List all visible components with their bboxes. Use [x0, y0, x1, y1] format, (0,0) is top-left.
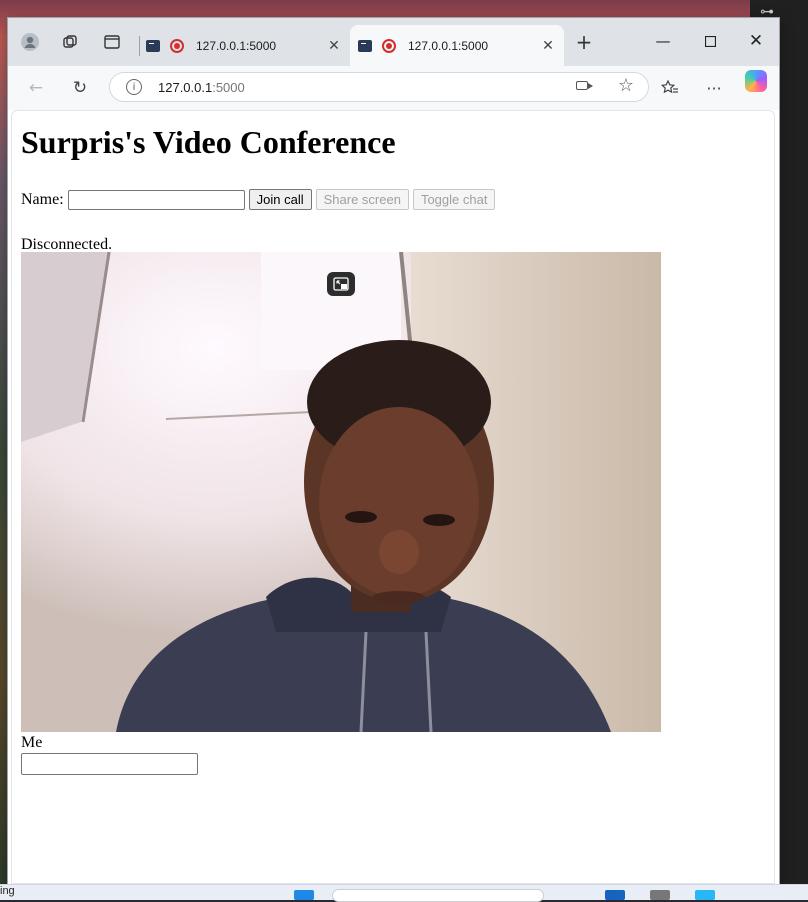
window-close-icon[interactable]: ✕ [736, 28, 776, 54]
back-icon[interactable]: ← [21, 74, 51, 102]
workspaces-icon[interactable] [56, 28, 84, 56]
taskbar-text: ing [0, 885, 15, 897]
more-icon[interactable]: ··· [699, 74, 729, 102]
address-bar: ← ↻ i 127.0.0.1:5000 ☆ ··· [8, 66, 779, 110]
taskbar: ing [0, 884, 808, 902]
name-input[interactable] [67, 189, 245, 210]
favorites-icon[interactable] [655, 74, 685, 102]
camera-icon[interactable] [576, 81, 593, 90]
toggle-chat-button[interactable]: Toggle chat [412, 189, 496, 210]
name-label: Name: [21, 190, 64, 208]
new-tab-icon[interactable]: + [570, 28, 598, 56]
terminal-icon [358, 39, 372, 52]
tab-title: 127.0.0.1:5000 [408, 38, 489, 53]
tab-bar: 127.0.0.1:5000 ✕ 127.0.0.1:5000 ✕ + — ✕ [8, 18, 779, 66]
local-video[interactable] [21, 252, 661, 732]
profile-icon[interactable] [16, 28, 44, 56]
star-icon[interactable]: ☆ [618, 75, 634, 96]
webcam-frame [21, 252, 661, 732]
tab-actions-icon[interactable] [98, 28, 126, 56]
browser-window: 127.0.0.1:5000 ✕ 127.0.0.1:5000 ✕ + — ✕ … [8, 18, 779, 884]
tab-inactive[interactable]: 127.0.0.1:5000 ✕ [138, 25, 350, 66]
page-title: Surpris's Video Conference [21, 124, 396, 160]
url-field[interactable]: i 127.0.0.1:5000 ☆ [109, 72, 649, 102]
video-caption: Me [21, 734, 43, 751]
url-port: :5000 [212, 79, 245, 95]
terminal-icon [146, 39, 160, 52]
info-icon[interactable]: i [126, 79, 142, 95]
chat-input[interactable] [21, 753, 198, 775]
refresh-icon[interactable]: ↻ [65, 74, 95, 102]
record-icon [170, 38, 184, 53]
join-call-button[interactable]: Join call [248, 189, 312, 210]
close-icon[interactable]: ✕ [324, 38, 344, 54]
minimize-icon[interactable]: — [643, 28, 683, 54]
url-host: 127.0.0.1 [158, 79, 213, 95]
picture-in-picture-icon[interactable] [327, 272, 355, 296]
page-content: Surpris's Video Conference Name: Join ca… [11, 110, 775, 884]
taskbar-search[interactable] [332, 889, 544, 902]
record-icon [382, 38, 396, 53]
join-row: Name: Join call Share screen Toggle chat [21, 189, 496, 210]
close-icon[interactable]: ✕ [538, 38, 558, 54]
maximize-icon[interactable] [690, 28, 730, 54]
tab-active[interactable]: 127.0.0.1:5000 ✕ [350, 25, 564, 66]
copilot-icon[interactable] [745, 70, 767, 92]
tab-title: 127.0.0.1:5000 [196, 38, 277, 53]
share-screen-button[interactable]: Share screen [315, 189, 409, 210]
